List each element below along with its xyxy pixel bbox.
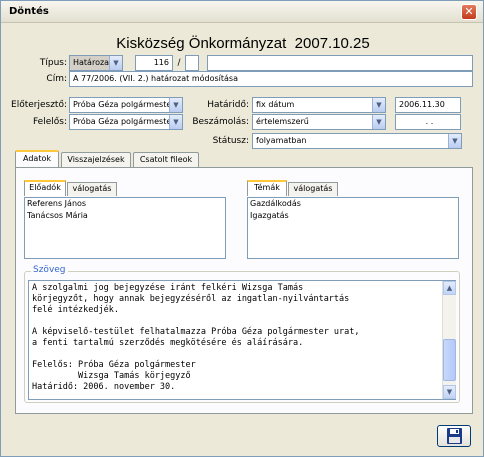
scroll-thumb[interactable]	[443, 339, 456, 381]
tab-temak[interactable]: Témák	[247, 180, 287, 196]
tab-visszajelzesek[interactable]: Visszajelzések	[61, 152, 131, 167]
hatarido-date-field[interactable]: 2006.11.30	[395, 97, 461, 113]
chevron-down-icon: ▼	[448, 134, 461, 148]
beszamolas-select[interactable]: értelemszerű ▼	[252, 114, 386, 130]
eloterjeszto-select[interactable]: Próba Géza polgármester ▼	[69, 97, 183, 113]
page-title: Kisközség Önkormányzat 2007.10.25	[1, 35, 484, 52]
chevron-down-icon: ▼	[372, 115, 385, 129]
cim-field[interactable]: A 77/2006. (VII. 2.) határozat módosítás…	[69, 71, 473, 87]
tab-csatolt-fileok[interactable]: Csatolt fileok	[133, 152, 199, 167]
title-bar: Döntés ✕	[1, 1, 483, 23]
window-title: Döntés	[9, 6, 49, 17]
statusz-value: folyamatban	[256, 136, 307, 145]
tab-adatok[interactable]: Adatok	[15, 150, 59, 168]
eloadok-tabs: Előadók válogatás	[24, 180, 118, 197]
heading-date: 2007.10.25	[294, 35, 370, 52]
number-suffix-field[interactable]	[185, 55, 199, 71]
heading-title: Kisközség Önkormányzat	[116, 35, 287, 52]
tab-temak-valogatas[interactable]: válogatás	[288, 182, 338, 196]
chevron-down-icon: ▼	[169, 98, 182, 112]
felelos-label: Felelős:	[33, 117, 67, 127]
extra-field[interactable]	[207, 55, 473, 71]
tipus-select[interactable]: Határozat ▼	[69, 55, 123, 71]
beszamolas-label: Beszámolás:	[192, 117, 249, 127]
szoveg-scrollbar[interactable]: ▲ ▼	[442, 281, 456, 399]
szoveg-group: Szöveg A szolgalmi jog bejegyzése iránt …	[24, 265, 460, 403]
chevron-down-icon: ▼	[109, 56, 122, 70]
list-item[interactable]: Igazgatás	[248, 210, 458, 222]
dialog-window: Döntés ✕ Kisközség Önkormányzat 2007.10.…	[0, 0, 484, 457]
chevron-down-icon: ▼	[169, 115, 182, 129]
statusz-select[interactable]: folyamatban ▼	[252, 133, 462, 149]
cim-label: Cím:	[46, 74, 67, 84]
beszamolas-date-field[interactable]: . .	[395, 114, 461, 130]
tipus-value: Határozat	[73, 58, 113, 67]
save-button[interactable]	[437, 425, 471, 447]
chevron-down-icon: ▼	[372, 98, 385, 112]
list-item[interactable]: Gazdálkodás	[248, 198, 458, 210]
scroll-down-icon[interactable]: ▼	[443, 385, 456, 399]
statusz-label: Státusz:	[212, 136, 249, 146]
tab-eloadok[interactable]: Előadók	[24, 180, 66, 196]
adatok-panel: Előadók válogatás Referens János Tanácso…	[15, 167, 473, 414]
tab-eloadok-valogatas[interactable]: válogatás	[67, 182, 117, 196]
list-item[interactable]: Tanácsos Mária	[25, 210, 225, 222]
number-slash: /	[177, 58, 181, 68]
close-icon[interactable]: ✕	[461, 4, 477, 20]
scroll-up-icon[interactable]: ▲	[443, 281, 456, 295]
felelos-value: Próba Géza polgármester	[73, 117, 175, 126]
hatarido-select[interactable]: fix dátum ▼	[252, 97, 386, 113]
floppy-disk-icon	[447, 428, 462, 444]
hatarido-label: Határidő:	[207, 100, 249, 110]
felelos-select[interactable]: Próba Géza polgármester ▼	[69, 114, 183, 130]
eloterjeszto-label: Előterjesztő:	[11, 100, 67, 110]
szoveg-legend: Szöveg	[31, 265, 68, 275]
list-item[interactable]: Referens János	[25, 198, 225, 210]
szoveg-textarea[interactable]: A szolgalmi jog bejegyzése iránt felkéri…	[28, 280, 456, 400]
beszamolas-value: értelemszerű	[256, 117, 309, 126]
temak-list[interactable]: Gazdálkodás Igazgatás	[247, 197, 459, 259]
temak-tabs: Témák válogatás	[247, 180, 341, 197]
number-field[interactable]: 116	[135, 55, 173, 71]
eloadok-list[interactable]: Referens János Tanácsos Mária	[24, 197, 226, 259]
tipus-label: Típus:	[39, 58, 67, 68]
eloterjeszto-value: Próba Géza polgármester	[73, 100, 175, 109]
hatarido-value: fix dátum	[256, 100, 295, 109]
